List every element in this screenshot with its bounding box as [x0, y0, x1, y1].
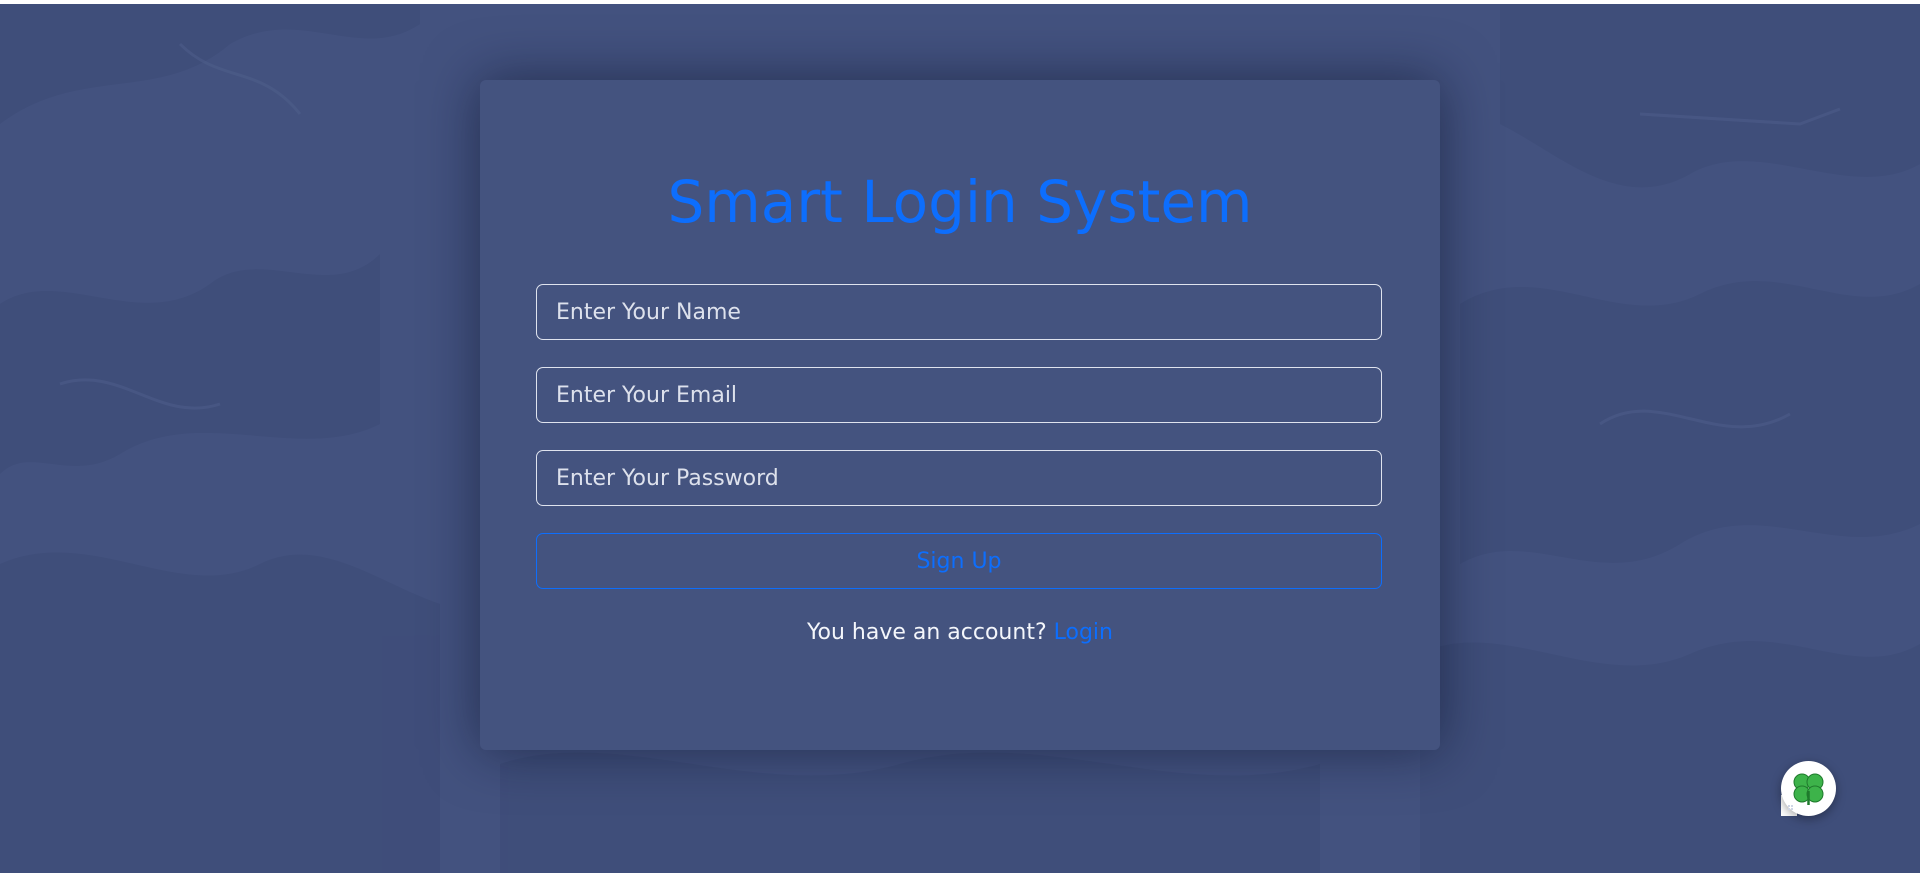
login-prompt-text: You have an account?	[807, 620, 1054, 645]
clover-icon	[1788, 773, 1824, 810]
page-title: Smart Login System	[667, 168, 1253, 236]
assistant-widget-button[interactable]	[1781, 761, 1836, 816]
signup-button[interactable]: Sign Up	[536, 533, 1382, 589]
email-input[interactable]	[536, 367, 1382, 423]
page-background: Smart Login System Sign Up You have an a…	[0, 4, 1920, 873]
signup-card: Smart Login System Sign Up You have an a…	[480, 80, 1440, 750]
login-prompt: You have an account? Login	[480, 616, 1440, 650]
name-input[interactable]	[536, 284, 1382, 340]
password-input[interactable]	[536, 450, 1382, 506]
login-link[interactable]: Login	[1054, 620, 1113, 645]
